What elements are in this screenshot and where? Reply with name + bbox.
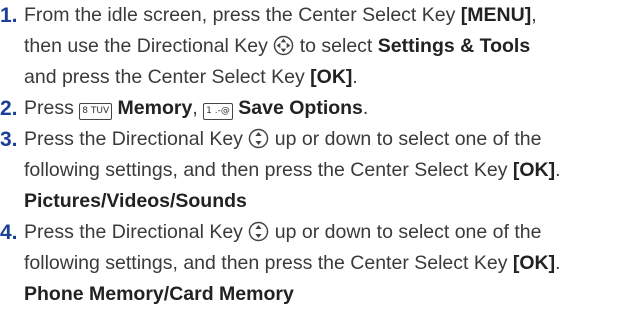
step-text: From the idle screen, press the Center S… [24, 4, 461, 26]
8-tuv-key-icon: 8 TUV [79, 103, 113, 120]
step-text: , [192, 97, 204, 119]
step-text: Press [24, 97, 80, 119]
step-number: 3. [0, 128, 18, 151]
menu-key-label: [MENU] [460, 4, 532, 26]
step-4-line-2: following settings, and then press the C… [24, 248, 629, 279]
ok-key-label: [OK] [512, 252, 556, 274]
setting-options: Pictures/Videos/Sounds [24, 190, 247, 212]
up-down-directional-key-icon [249, 221, 269, 242]
save-options-label: Save Options [238, 97, 363, 119]
step-2-line-1: Press 8 TUV Memory, 1 .-@ Save Options. [24, 93, 629, 124]
step-number: 4. [0, 221, 18, 244]
step-text: up or down to select one of the [269, 221, 542, 243]
step-4-line-3: Phone Memory/Card Memory [24, 279, 629, 310]
step-text: following settings, and then press the C… [24, 159, 513, 181]
step-text: up or down to select one of the [269, 128, 542, 150]
step-2: 2. Press 8 TUV Memory, 1 .-@ Save Option… [0, 93, 629, 124]
step-1-line-2: then use the Directional Key to select S… [24, 31, 629, 62]
step-4: 4. Press the Directional Key up or down … [0, 217, 629, 310]
instruction-steps: 1. From the idle screen, press the Cente… [0, 0, 629, 310]
step-1-line-3: and press the Center Select Key [OK]. [24, 62, 629, 93]
memory-label: Memory [117, 97, 193, 119]
ok-key-label: [OK] [512, 159, 556, 181]
step-3-line-1: Press the Directional Key up or down to … [24, 124, 629, 155]
step-text: . [362, 97, 369, 119]
step-number: 1. [0, 4, 18, 27]
step-text: then use the Directional Key [24, 35, 274, 57]
step-text: to select [294, 35, 378, 57]
step-text: Press the Directional Key [24, 128, 249, 150]
step-text: and press the Center Select Key [24, 66, 311, 88]
ok-key-label: [OK] [310, 66, 353, 88]
step-4-line-1: Press the Directional Key up or down to … [24, 217, 629, 248]
1-key-icon: 1 .-@ [203, 103, 233, 120]
step-text: . [352, 66, 358, 88]
settings-tools-label: Settings & Tools [377, 35, 531, 57]
up-down-directional-key-icon [249, 128, 269, 149]
step-3-line-2: following settings, and then press the C… [24, 155, 629, 186]
step-1: 1. From the idle screen, press the Cente… [0, 0, 629, 93]
step-text: Press the Directional Key [24, 221, 249, 243]
step-text: , [531, 4, 537, 26]
step-text: . [555, 159, 561, 181]
four-way-directional-key-icon [274, 35, 294, 56]
step-1-line-1: From the idle screen, press the Center S… [24, 0, 629, 31]
step-3: 3. Press the Directional Key up or down … [0, 124, 629, 217]
step-3-line-3: Pictures/Videos/Sounds [24, 186, 629, 217]
step-number: 2. [0, 97, 18, 120]
setting-options: Phone Memory/Card Memory [24, 283, 294, 305]
step-text: following settings, and then press the C… [24, 252, 513, 274]
step-text: . [555, 252, 561, 274]
